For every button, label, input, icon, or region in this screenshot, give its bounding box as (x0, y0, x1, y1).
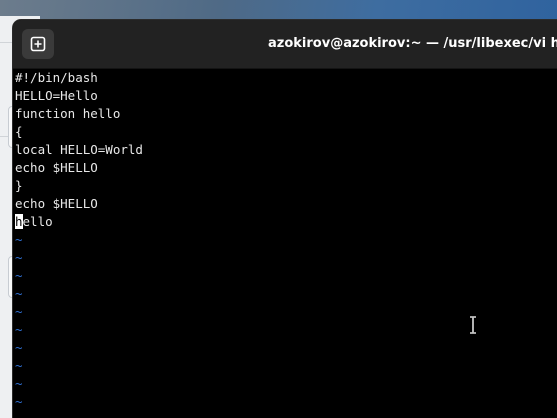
text-ibeam-cursor-icon (470, 316, 476, 334)
text-cursor: h (15, 214, 23, 229)
empty-line-tilde: ~ (15, 232, 23, 247)
empty-line-tilde: ~ (15, 394, 23, 409)
code-line[interactable]: function hello (15, 105, 557, 123)
plus-square-icon (30, 36, 46, 52)
cursor-line[interactable]: hello (15, 213, 557, 231)
code-line[interactable]: { (15, 123, 557, 141)
new-tab-button[interactable] (22, 29, 54, 59)
terminal-titlebar[interactable]: azokirov@azokirov:~ — /usr/libexec/vi he… (13, 20, 557, 69)
empty-line-tilde: ~ (15, 340, 23, 355)
empty-line-tilde: ~ (15, 286, 23, 301)
empty-line-tilde: ~ (15, 250, 23, 265)
code-line[interactable]: } (15, 177, 557, 195)
empty-line-tilde: ~ (15, 376, 23, 391)
empty-line-tilde: ~ (15, 358, 23, 373)
editor-buffer[interactable]: #!/bin/bash HELLO=Hello function hello{loc… (15, 69, 557, 418)
terminal-window[interactable]: azokirov@azokirov:~ — /usr/libexec/vi he… (13, 20, 557, 418)
cursor-line-text: ello (22, 214, 53, 229)
code-lines: #!/bin/bash HELLO=Hello function hello{loc… (15, 69, 557, 213)
code-line[interactable]: #!/bin/bash (15, 69, 557, 87)
code-line[interactable]: local HELLO=World (15, 141, 557, 159)
empty-line-tilde: ~ (15, 268, 23, 283)
code-line[interactable]: echo $HELLO (15, 195, 557, 213)
window-title: azokirov@azokirov:~ — /usr/libexec/vi he… (268, 36, 557, 51)
code-line[interactable]: echo $HELLO (15, 159, 557, 177)
code-line[interactable]: HELLO=Hello (15, 87, 557, 105)
